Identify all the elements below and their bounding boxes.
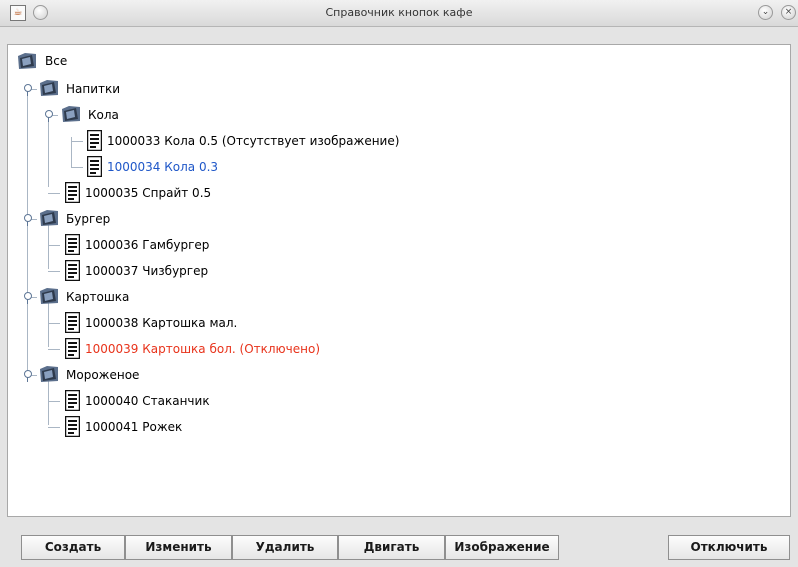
tree-node-label: 1000041 Рожек [85, 420, 183, 434]
expand-handle-icon[interactable] [24, 370, 32, 382]
tree-node-label: 1000036 Гамбургер [85, 238, 210, 252]
window-title: Справочник кнопок кафе [325, 6, 473, 19]
folder-icon [40, 288, 58, 304]
close-icon[interactable]: × [781, 5, 796, 20]
tree-node-label: 1000040 Стаканчик [85, 394, 210, 408]
tree-line [48, 401, 60, 402]
document-icon [65, 234, 80, 255]
edit-button[interactable]: Изменить [125, 535, 232, 560]
tree-node-label: Все [45, 54, 68, 68]
document-icon [87, 156, 102, 177]
tree-node-label: Бургер [66, 212, 111, 226]
tree-node-label: Мороженое [66, 368, 140, 382]
tree-line [48, 427, 60, 428]
document-icon [65, 338, 80, 359]
expand-handle-icon[interactable] [24, 292, 32, 304]
document-icon [65, 390, 80, 411]
folder-icon [40, 80, 58, 96]
document-icon [65, 312, 80, 333]
expand-handle-icon[interactable] [45, 110, 53, 122]
document-icon [65, 416, 80, 437]
image-button[interactable]: Изображение [445, 535, 559, 560]
tree-line [48, 193, 60, 194]
tree-line [48, 271, 60, 272]
tree-line [48, 349, 60, 350]
document-icon [87, 130, 102, 151]
folder-icon [40, 210, 58, 226]
tree-node-label: Кола [88, 108, 119, 122]
document-icon [65, 260, 80, 281]
button-tree[interactable]: Все Напитки Кола 1000033 Кола 0.5 (Отсут… [7, 44, 791, 517]
tree-line [48, 111, 49, 187]
tree-node-label: 1000033 Кола 0.5 (Отсутствует изображени… [107, 134, 400, 148]
minimize-icon[interactable]: ⌄ [758, 5, 773, 20]
tree-node-label: 1000037 Чизбургер [85, 264, 209, 278]
tree-node-label: Картошка [66, 290, 130, 304]
expand-handle-icon[interactable] [24, 84, 32, 96]
create-button[interactable]: Создать [21, 535, 125, 560]
tree-node-label: 1000034 Кола 0.3 [107, 160, 219, 174]
document-icon [65, 182, 80, 203]
tree-line [48, 323, 60, 324]
tree-line [71, 141, 83, 142]
tree-node-label: 1000039 Картошка бол. (Отключено) [85, 342, 320, 356]
tree-line [48, 245, 60, 246]
disable-button[interactable]: Отключить [668, 535, 790, 560]
folder-icon [40, 366, 58, 382]
folder-icon [18, 53, 36, 69]
delete-button[interactable]: Удалить [232, 535, 338, 560]
tree-line [71, 167, 83, 168]
tree-node-label: Напитки [66, 82, 121, 96]
move-button[interactable]: Двигать [338, 535, 445, 560]
title-bar: ☕ Справочник кнопок кафе ⌄ × [0, 0, 798, 27]
expand-handle-icon[interactable] [24, 214, 32, 226]
folder-icon [62, 106, 80, 122]
tree-node-label: 1000038 Картошка мал. [85, 316, 238, 330]
tree-node-label: 1000035 Спрайт 0.5 [85, 186, 212, 200]
tree-line [27, 85, 28, 372]
